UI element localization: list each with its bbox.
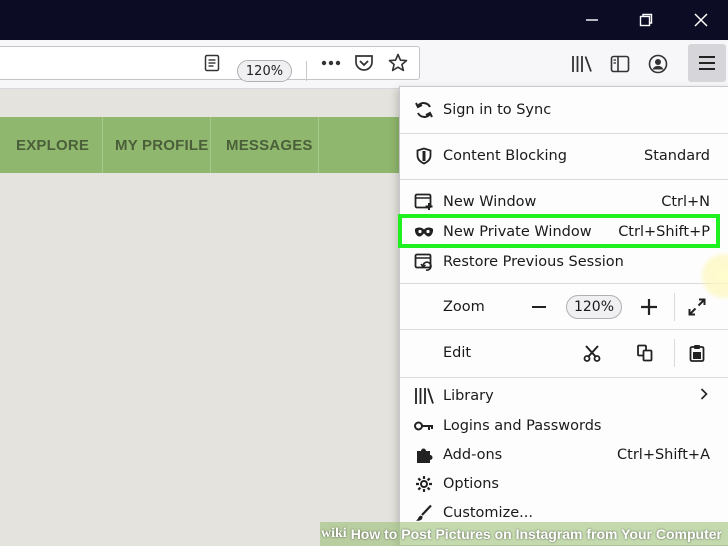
logins-label: Logins and Passwords [443,418,602,434]
restore-button[interactable] [619,0,673,40]
content-blocking-label: Content Blocking [443,148,567,164]
menu-item-options[interactable]: Options [400,469,728,499]
nav-divider [210,117,211,173]
restore-session-icon [414,252,434,272]
content-blocking-value: Standard [644,148,710,164]
options-label: Options [443,476,499,492]
edit-label: Edit [443,345,472,361]
minus-icon [532,306,546,308]
address-bar[interactable]: 120% [0,46,420,82]
zoom-indicator[interactable]: 120% [237,60,292,82]
fullscreen-icon [688,298,706,316]
menu-item-zoom: Zoom 120% [400,287,728,327]
chevron-right-icon [700,388,708,404]
account-icon[interactable] [646,52,670,76]
customize-label: Customize... [443,505,533,521]
zoom-label: Zoom [443,299,485,315]
hamburger-icon [699,56,715,70]
addons-label: Add-ons [443,447,503,463]
plus-icon [641,299,657,315]
menu-item-sign-in[interactable]: Sign in to Sync [400,93,728,127]
fullscreen-button[interactable] [686,296,708,318]
zoom-reset-button[interactable]: 120% [566,295,622,319]
key-icon [414,416,434,436]
paintbrush-icon [414,503,434,523]
library-icon[interactable] [570,52,594,76]
menu-item-edit: Edit [400,333,728,373]
shield-icon [414,146,434,166]
menu-separator [400,133,728,134]
edit-separator [674,339,675,367]
addons-shortcut: Ctrl+Shift+A [617,447,710,463]
bookmark-star-icon[interactable] [387,52,409,74]
menu-item-restore-session[interactable]: Restore Previous Session [400,247,728,277]
browser-toolbar: 120% [0,40,728,89]
nav-divider [102,117,103,173]
watermark-brand: wiki [321,526,347,541]
reader-view-icon[interactable] [202,53,222,73]
library-label: Library [443,388,494,404]
sign-in-label: Sign in to Sync [443,102,552,118]
copy-button[interactable] [634,342,656,364]
menu-item-content-blocking[interactable]: Content Blocking Standard [400,139,728,173]
menu-item-addons[interactable]: Add-ons Ctrl+Shift+A [400,440,728,470]
open-menu-button[interactable] [688,44,726,82]
menu-separator [400,377,728,378]
zoom-separator [674,293,675,321]
minimize-button[interactable] [565,0,619,40]
gear-icon [414,474,434,494]
menu-separator [400,179,728,180]
app-menu-panel: Sign in to Sync Content Blocking Standar… [399,86,728,546]
scissors-icon [583,345,601,362]
nav-explore[interactable]: EXPLORE [16,117,89,173]
site-nav: EXPLORE MY PROFILE MESSAGES [0,117,400,173]
new-window-shortcut: Ctrl+N [661,194,710,210]
puzzle-piece-icon [414,445,434,465]
pocket-icon[interactable] [353,52,375,74]
restore-session-label: Restore Previous Session [443,254,624,270]
watermark: wiki How to Post Pictures on Instagram f… [320,522,728,546]
nav-divider [318,117,319,173]
zoom-in-button[interactable] [638,296,660,318]
watermark-text: How to Post Pictures on Instagram from Y… [350,526,722,542]
menu-item-logins[interactable]: Logins and Passwords [400,411,728,441]
cut-button[interactable] [581,342,603,364]
menu-separator [400,283,728,284]
nav-messages[interactable]: MESSAGES [226,117,313,173]
restore-icon [639,13,653,27]
close-icon [694,13,708,27]
paste-icon [689,345,705,362]
menu-item-library[interactable]: Library [400,381,728,411]
zoom-out-button[interactable] [528,296,550,318]
more-actions-icon[interactable] [319,53,343,73]
sidebar-icon[interactable] [608,52,632,76]
sync-icon [414,100,434,120]
minimize-icon [586,19,598,21]
paste-button[interactable] [686,342,708,364]
new-window-label: New Window [443,194,537,210]
copy-icon [637,344,653,362]
new-window-icon [414,192,434,212]
highlight-box [398,214,720,248]
menu-item-new-window[interactable]: New Window Ctrl+N [400,187,728,217]
library-icon [414,386,434,406]
title-bar [0,0,728,40]
toolbar-separator [306,61,307,81]
nav-my-profile[interactable]: MY PROFILE [115,117,208,173]
menu-separator [400,329,728,330]
close-button[interactable] [674,0,728,40]
